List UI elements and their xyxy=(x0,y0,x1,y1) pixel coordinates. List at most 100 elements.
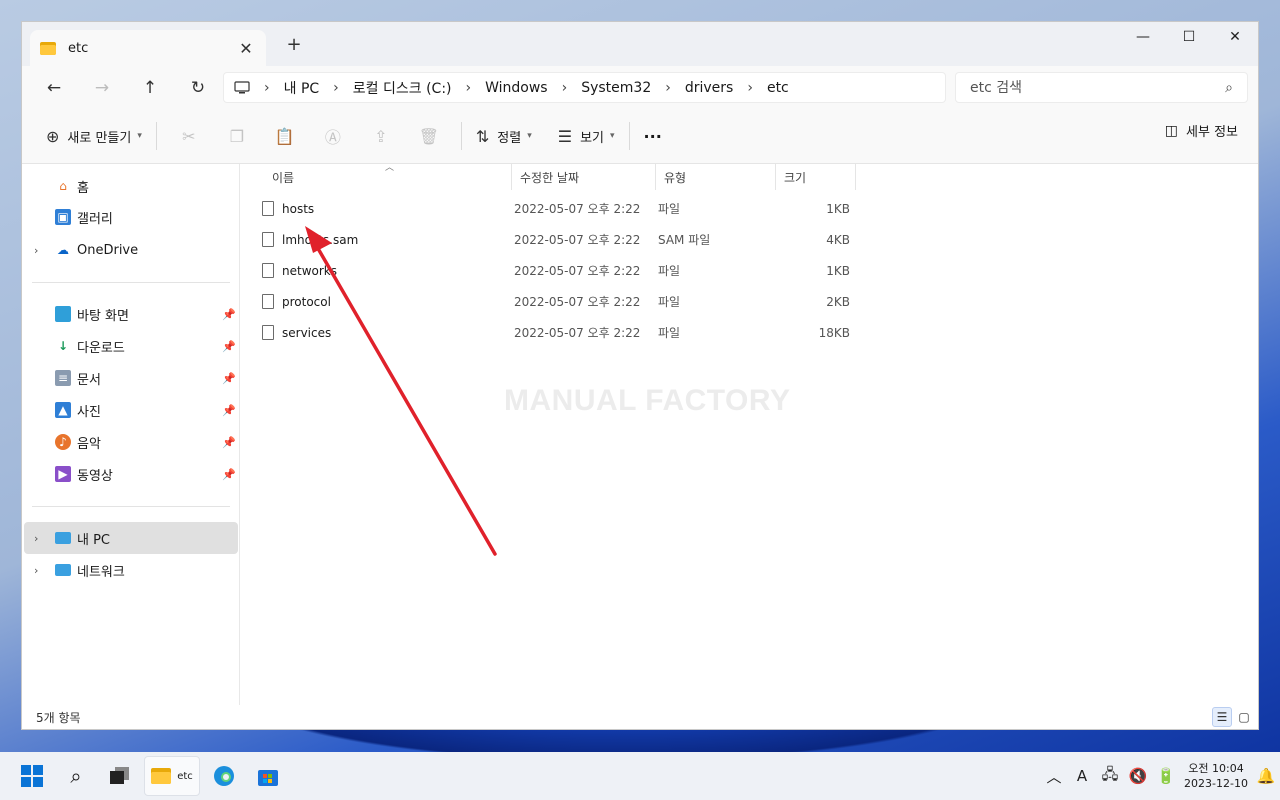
clock-date: 2023-12-10 xyxy=(1184,777,1248,790)
sort-button[interactable]: ⇅ 정렬 ▾ xyxy=(470,120,538,152)
task-view-icon[interactable] xyxy=(100,756,140,796)
details-pane-button[interactable]: ◫ 세부 정보 xyxy=(1165,121,1238,141)
file-row[interactable]: protocol 2022-05-07 오후 2:22 파일 2KB xyxy=(254,286,856,317)
sidebar-item-home[interactable]: ⌂ 홈 xyxy=(24,171,238,201)
pin-icon[interactable]: 📌 xyxy=(222,468,236,481)
edge-browser-icon[interactable] xyxy=(204,756,244,796)
new-button[interactable]: ⊕ 새로 만들기 ▾ xyxy=(40,120,148,152)
chevron-right-icon[interactable]: › xyxy=(34,244,38,257)
chevron-right-icon[interactable]: › xyxy=(747,80,753,96)
file-row[interactable]: lmhosts.sam 2022-05-07 오후 2:22 SAM 파일 4K… xyxy=(254,224,856,255)
rename-icon[interactable]: Ⓐ xyxy=(309,120,357,152)
breadcrumb-item[interactable]: drivers xyxy=(685,80,733,96)
sidebar-item-pictures[interactable]: ▲ 사진 📌 xyxy=(24,395,238,425)
breadcrumb-item[interactable]: etc xyxy=(767,80,789,96)
pin-icon[interactable]: 📌 xyxy=(222,372,236,385)
file-row[interactable]: services 2022-05-07 오후 2:22 파일 18KB xyxy=(254,317,856,348)
taskbar-file-explorer[interactable]: etc xyxy=(144,756,200,796)
file-row[interactable]: hosts 2022-05-07 오후 2:22 파일 1KB xyxy=(254,193,856,224)
chevron-right-icon[interactable]: › xyxy=(562,80,568,96)
tab-etc[interactable]: etc ✕ xyxy=(30,30,266,66)
view-toggles: ☰ ▢ xyxy=(1212,707,1254,727)
breadcrumb-item[interactable]: Windows xyxy=(485,80,548,96)
file-name: hosts xyxy=(282,201,315,216)
pin-icon[interactable]: 📌 xyxy=(222,340,236,353)
sidebar-item-videos[interactable]: ▶ 동영상 📌 xyxy=(24,459,238,489)
sidebar-item-downloads[interactable]: ↓ 다운로드 📌 xyxy=(24,331,238,361)
back-button[interactable]: ← xyxy=(30,72,78,104)
refresh-button[interactable]: ↻ xyxy=(174,72,222,104)
breadcrumb-item[interactable]: 로컬 디스크 (C:) xyxy=(353,78,452,98)
desktop-icon xyxy=(55,306,71,322)
more-options-button[interactable]: ··· xyxy=(638,120,668,152)
breadcrumb-item[interactable]: 내 PC xyxy=(284,78,320,98)
new-tab-button[interactable]: + xyxy=(284,34,304,55)
sidebar-item-music[interactable]: ♪ 음악 📌 xyxy=(24,427,238,457)
sort-ascending-icon: ︿ xyxy=(385,163,395,173)
network-tray-icon[interactable]: 🖧 xyxy=(1096,764,1124,789)
cut-icon[interactable]: ✂ xyxy=(165,120,213,152)
pictures-icon: ▲ xyxy=(55,402,71,418)
column-header-name[interactable]: 이름 xyxy=(240,164,512,190)
chevron-right-icon[interactable]: › xyxy=(34,532,38,545)
column-header-date[interactable]: 수정한 날짜 xyxy=(512,164,656,190)
file-size: 18KB xyxy=(818,325,850,340)
sidebar-item-gallery[interactable]: ▣ 갤러리 xyxy=(24,202,238,232)
close-tab-icon[interactable]: ✕ xyxy=(236,39,256,58)
column-header-size[interactable]: 크기 xyxy=(776,164,856,190)
file-size: 2KB xyxy=(826,294,850,309)
microsoft-store-icon[interactable] xyxy=(248,756,288,796)
file-name: lmhosts.sam xyxy=(282,232,359,247)
search-box[interactable]: ⌕ xyxy=(955,72,1248,103)
delete-icon[interactable]: 🗑 xyxy=(405,120,453,152)
chevron-right-icon[interactable]: › xyxy=(466,80,472,96)
folder-icon xyxy=(40,41,56,55)
sidebar-item-documents[interactable]: ≡ 문서 📌 xyxy=(24,363,238,393)
share-icon[interactable]: ⇪ xyxy=(357,120,405,152)
sidebar-item-onedrive[interactable]: › ☁ OneDrive xyxy=(24,235,238,265)
address-bar[interactable]: › 내 PC › 로컬 디스크 (C:) › Windows › System3… xyxy=(223,72,946,103)
pin-icon[interactable]: 📌 xyxy=(222,404,236,417)
download-icon: ↓ xyxy=(57,339,69,353)
view-label: 보기 xyxy=(580,130,604,146)
chevron-up-icon[interactable]: ︿ xyxy=(1040,766,1068,787)
network-icon xyxy=(55,564,71,576)
sidebar-item-network[interactable]: › 네트워크 xyxy=(24,555,238,585)
minimize-button[interactable]: — xyxy=(1120,22,1166,52)
clock[interactable]: 오전 10:04 2023-12-10 xyxy=(1180,761,1252,791)
chevron-right-icon[interactable]: › xyxy=(264,80,270,96)
column-header-type[interactable]: 유형 xyxy=(656,164,776,190)
paste-icon[interactable]: 📋 xyxy=(261,120,309,152)
pin-icon[interactable]: 📌 xyxy=(222,308,236,321)
file-row[interactable]: networks 2022-05-07 오후 2:22 파일 1KB xyxy=(254,255,856,286)
chevron-right-icon[interactable]: › xyxy=(34,564,38,577)
search-icon[interactable]: ⌕ xyxy=(1225,80,1233,96)
file-name: networks xyxy=(282,263,337,278)
battery-icon[interactable]: 🔋 xyxy=(1152,767,1180,785)
volume-muted-icon[interactable]: 🔇 xyxy=(1124,767,1152,785)
details-view-icon[interactable]: ☰ xyxy=(1212,707,1232,727)
breadcrumb-item[interactable]: System32 xyxy=(581,80,651,96)
tiles-view-icon[interactable]: ▢ xyxy=(1234,707,1254,727)
copy-icon[interactable]: ❐ xyxy=(213,120,261,152)
view-button[interactable]: ☰ 보기 ▾ xyxy=(552,120,621,152)
search-icon[interactable]: ⌕ xyxy=(56,756,96,796)
maximize-button[interactable]: ☐ xyxy=(1166,22,1212,52)
ime-indicator[interactable]: A xyxy=(1068,767,1096,785)
pin-icon[interactable]: 📌 xyxy=(222,436,236,449)
file-date: 2022-05-07 오후 2:22 xyxy=(514,202,641,216)
file-date: 2022-05-07 오후 2:22 xyxy=(514,233,641,247)
notification-bell-icon[interactable]: 🔔 xyxy=(1252,767,1280,785)
chevron-right-icon[interactable]: › xyxy=(333,80,339,96)
search-input[interactable] xyxy=(970,79,1226,96)
up-button[interactable]: ↑ xyxy=(126,72,174,104)
plus-circle-icon: ⊕ xyxy=(46,126,60,146)
file-icon xyxy=(262,201,274,216)
documents-icon: ≡ xyxy=(55,370,71,386)
chevron-right-icon[interactable]: › xyxy=(665,80,671,96)
close-window-button[interactable]: ✕ xyxy=(1212,22,1258,52)
start-button[interactable] xyxy=(12,756,52,796)
forward-button[interactable]: → xyxy=(78,72,126,104)
sidebar-item-desktop[interactable]: 바탕 화면 📌 xyxy=(24,299,238,329)
sidebar-item-this-pc[interactable]: › 내 PC xyxy=(24,522,238,554)
